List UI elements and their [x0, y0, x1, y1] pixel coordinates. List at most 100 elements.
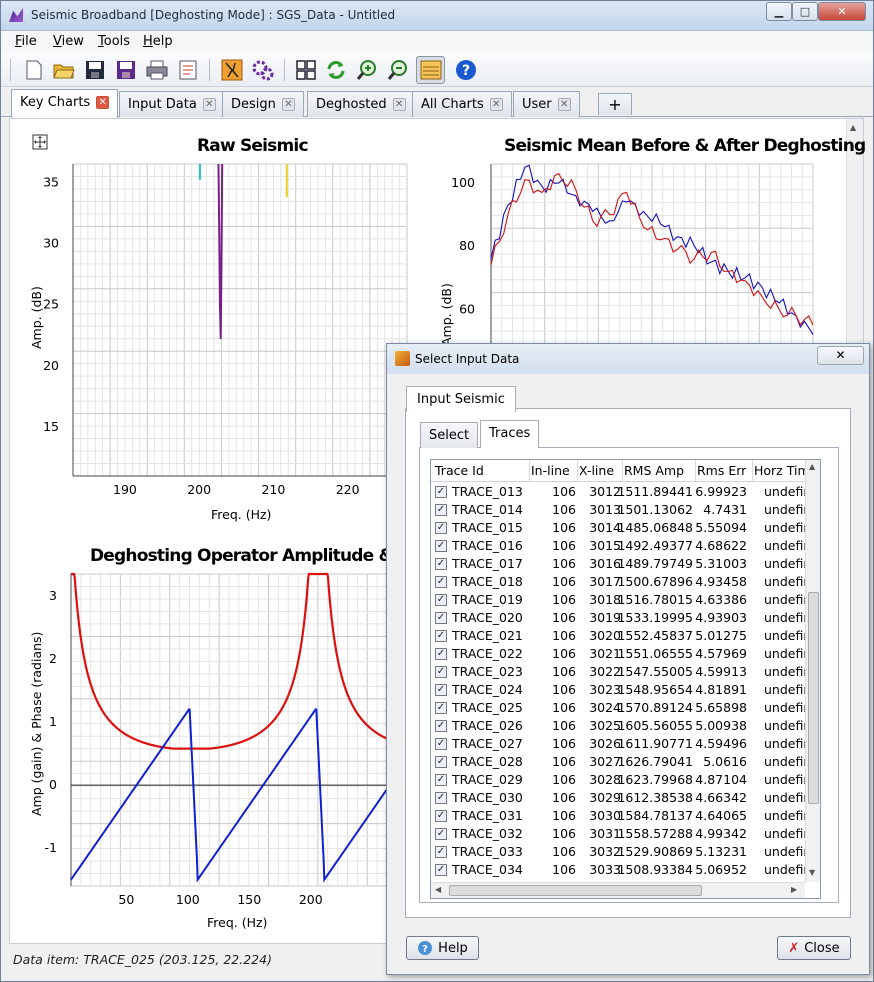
- traces-hscroll-thumb[interactable]: [449, 885, 702, 896]
- zoom-in-icon[interactable]: [354, 57, 380, 83]
- tab-close-icon[interactable]: ✕: [202, 98, 216, 111]
- table-row[interactable]: ✓ TRACE_016 106 3015 1492.49377 4.68622 undefi…: [431, 537, 808, 555]
- row-checkbox[interactable]: ✓: [435, 540, 447, 552]
- tab-close-icon[interactable]: ✕: [557, 98, 571, 111]
- row-checkbox[interactable]: ✓: [435, 666, 447, 678]
- table-row[interactable]: ✓ TRACE_014 106 3013 1501.13062 4.7431 undefir: [431, 501, 808, 519]
- process-icon[interactable]: [250, 57, 276, 83]
- row-checkbox[interactable]: ✓: [435, 720, 447, 732]
- row-checkbox[interactable]: ✓: [435, 594, 447, 606]
- row-checkbox[interactable]: ✓: [435, 774, 447, 786]
- row-checkbox[interactable]: ✓: [435, 558, 447, 570]
- dialog-close-x[interactable]: ✕: [817, 346, 864, 365]
- cell-0: TRACE_023: [452, 664, 523, 679]
- menu-view[interactable]: View: [53, 34, 84, 49]
- column-header-4[interactable]: Rms Err: [697, 463, 746, 478]
- column-header-1[interactable]: In-line: [531, 463, 570, 478]
- tab-input-data[interactable]: Input Data ✕: [119, 91, 225, 117]
- cell-1: 106: [552, 754, 576, 769]
- row-checkbox[interactable]: ✓: [435, 576, 447, 588]
- row-checkbox[interactable]: ✓: [435, 792, 447, 804]
- table-row[interactable]: ✓ TRACE_015 106 3014 1485.06848 5.55094 undefi…: [431, 519, 808, 537]
- print-icon[interactable]: [144, 57, 170, 83]
- table-row[interactable]: ✓ TRACE_031 106 3030 1584.78137 4.64065 undefi…: [431, 807, 808, 825]
- refresh-icon[interactable]: [323, 57, 349, 83]
- traces-horizontal-scrollbar[interactable]: ◀ ▶: [431, 882, 805, 898]
- tab-all-charts[interactable]: All Charts ✕: [412, 91, 512, 117]
- row-checkbox[interactable]: ✓: [435, 846, 447, 858]
- table-row[interactable]: ✓ TRACE_027 106 3026 1611.90771 4.59496 undefi…: [431, 735, 808, 753]
- add-tab-button[interactable]: +: [598, 93, 632, 115]
- table-row[interactable]: ✓ TRACE_023 106 3022 1547.55005 4.59913 undefi…: [431, 663, 808, 681]
- close-dialog-button[interactable]: ✗ Close: [777, 936, 851, 960]
- menu-tools[interactable]: Tools: [98, 34, 130, 49]
- column-header-2[interactable]: X-line: [579, 463, 614, 478]
- table-row[interactable]: ✓ TRACE_018 106 3017 1500.67896 4.93458 undefi…: [431, 573, 808, 591]
- row-checkbox[interactable]: ✓: [435, 738, 447, 750]
- row-checkbox[interactable]: ✓: [435, 522, 447, 534]
- row-checkbox[interactable]: ✓: [435, 810, 447, 822]
- save-icon[interactable]: [82, 57, 108, 83]
- help-icon[interactable]: ?: [453, 57, 479, 83]
- tab-user[interactable]: User ✕: [513, 91, 580, 117]
- row-checkbox[interactable]: ✓: [435, 702, 447, 714]
- table-row[interactable]: ✓ TRACE_028 106 3027 1626.79041 5.0616 undefir: [431, 753, 808, 771]
- tab-deghosted[interactable]: Deghosted ✕: [307, 91, 415, 117]
- row-checkbox[interactable]: ✓: [435, 864, 447, 876]
- tab-design[interactable]: Design ✕: [222, 91, 304, 117]
- table-row[interactable]: ✓ TRACE_020 106 3019 1533.19995 4.93903 undefi…: [431, 609, 808, 627]
- close-button[interactable]: ✕: [818, 2, 866, 21]
- grid-icon[interactable]: [293, 57, 319, 83]
- mean-chart-ylabel: Amp. (dB): [439, 283, 454, 346]
- table-row[interactable]: ✓ TRACE_021 106 3020 1552.45837 5.01275 undefi…: [431, 627, 808, 645]
- move-handle-icon[interactable]: [32, 134, 48, 150]
- row-checkbox[interactable]: ✓: [435, 684, 447, 696]
- table-row[interactable]: ✓ TRACE_017 106 3016 1489.79749 5.31003 undefi…: [431, 555, 808, 573]
- new-icon[interactable]: [21, 57, 47, 83]
- row-checkbox[interactable]: ✓: [435, 504, 447, 516]
- row-checkbox[interactable]: ✓: [435, 756, 447, 768]
- tab-close-icon[interactable]: ✕: [489, 98, 503, 111]
- table-row[interactable]: ✓ TRACE_022 106 3021 1551.06555 4.57969 undefi…: [431, 645, 808, 663]
- subtab-traces[interactable]: Traces: [480, 420, 540, 448]
- table-row[interactable]: ✓ TRACE_026 106 3025 1605.56055 5.00938 undefi…: [431, 717, 808, 735]
- menu-help[interactable]: Help: [143, 34, 173, 49]
- row-checkbox[interactable]: ✓: [435, 828, 447, 840]
- row-checkbox[interactable]: ✓: [435, 486, 447, 498]
- row-checkbox[interactable]: ✓: [435, 648, 447, 660]
- minimize-button[interactable]: ▁: [766, 2, 792, 21]
- table-row[interactable]: ✓ TRACE_030 106 3029 1612.38538 4.66342 undefi…: [431, 789, 808, 807]
- table-row[interactable]: ✓ TRACE_034 106 3033 1508.93384 5.06952 undefi…: [431, 861, 808, 879]
- table-row[interactable]: ✓ TRACE_032 106 3031 1558.57288 4.99342 undefi…: [431, 825, 808, 843]
- tab-close-icon[interactable]: ✕: [392, 98, 406, 111]
- report-icon[interactable]: [175, 57, 201, 83]
- table-row[interactable]: ✓ TRACE_025 106 3024 1570.89124 5.65898 undefi…: [431, 699, 808, 717]
- tab-close-icon[interactable]: ✕: [281, 98, 295, 111]
- column-header-3[interactable]: RMS Amp: [624, 463, 684, 478]
- subtab-select[interactable]: Select: [420, 422, 479, 448]
- table-row[interactable]: ✓ TRACE_029 106 3028 1623.79968 4.87104 undefi…: [431, 771, 808, 789]
- layers-icon[interactable]: [416, 56, 445, 84]
- row-checkbox[interactable]: ✓: [435, 630, 447, 642]
- traces-vertical-scrollbar[interactable]: ▲ ▼: [805, 460, 820, 882]
- tab-input-seismic[interactable]: Input Seismic: [406, 386, 516, 412]
- menu-file[interactable]: File: [15, 34, 37, 49]
- table-row[interactable]: ✓ TRACE_019 106 3018 1516.78015 4.63386 undefi…: [431, 591, 808, 609]
- table-row[interactable]: ✓ TRACE_024 106 3023 1548.95654 4.81891 undefi…: [431, 681, 808, 699]
- traces-scroll-thumb[interactable]: [808, 592, 819, 804]
- operator-chart-ytick: 0: [49, 777, 57, 792]
- traces-grid[interactable]: Trace Id In-line X-line RMS Amp Rms Err Horz …: [430, 459, 821, 899]
- table-row[interactable]: ✓ TRACE_013 106 3012 1511.89441 6.99923 undefi…: [431, 483, 808, 501]
- save-as-icon[interactable]: [113, 57, 139, 83]
- tab-key-charts[interactable]: Key Charts ✕: [11, 89, 119, 118]
- help-button[interactable]: ? Help: [406, 936, 479, 960]
- column-header-5[interactable]: Horz Tim: [754, 463, 810, 478]
- maximize-button[interactable]: □: [792, 2, 818, 21]
- open-icon[interactable]: [51, 57, 77, 83]
- pick-icon[interactable]: [219, 57, 245, 83]
- tab-close-icon[interactable]: ✕: [96, 96, 110, 109]
- table-row[interactable]: ✓ TRACE_033 106 3032 1529.90869 5.13231 undefi…: [431, 843, 808, 861]
- zoom-out-icon[interactable]: [385, 57, 411, 83]
- row-checkbox[interactable]: ✓: [435, 612, 447, 624]
- column-header-0[interactable]: Trace Id: [435, 463, 484, 478]
